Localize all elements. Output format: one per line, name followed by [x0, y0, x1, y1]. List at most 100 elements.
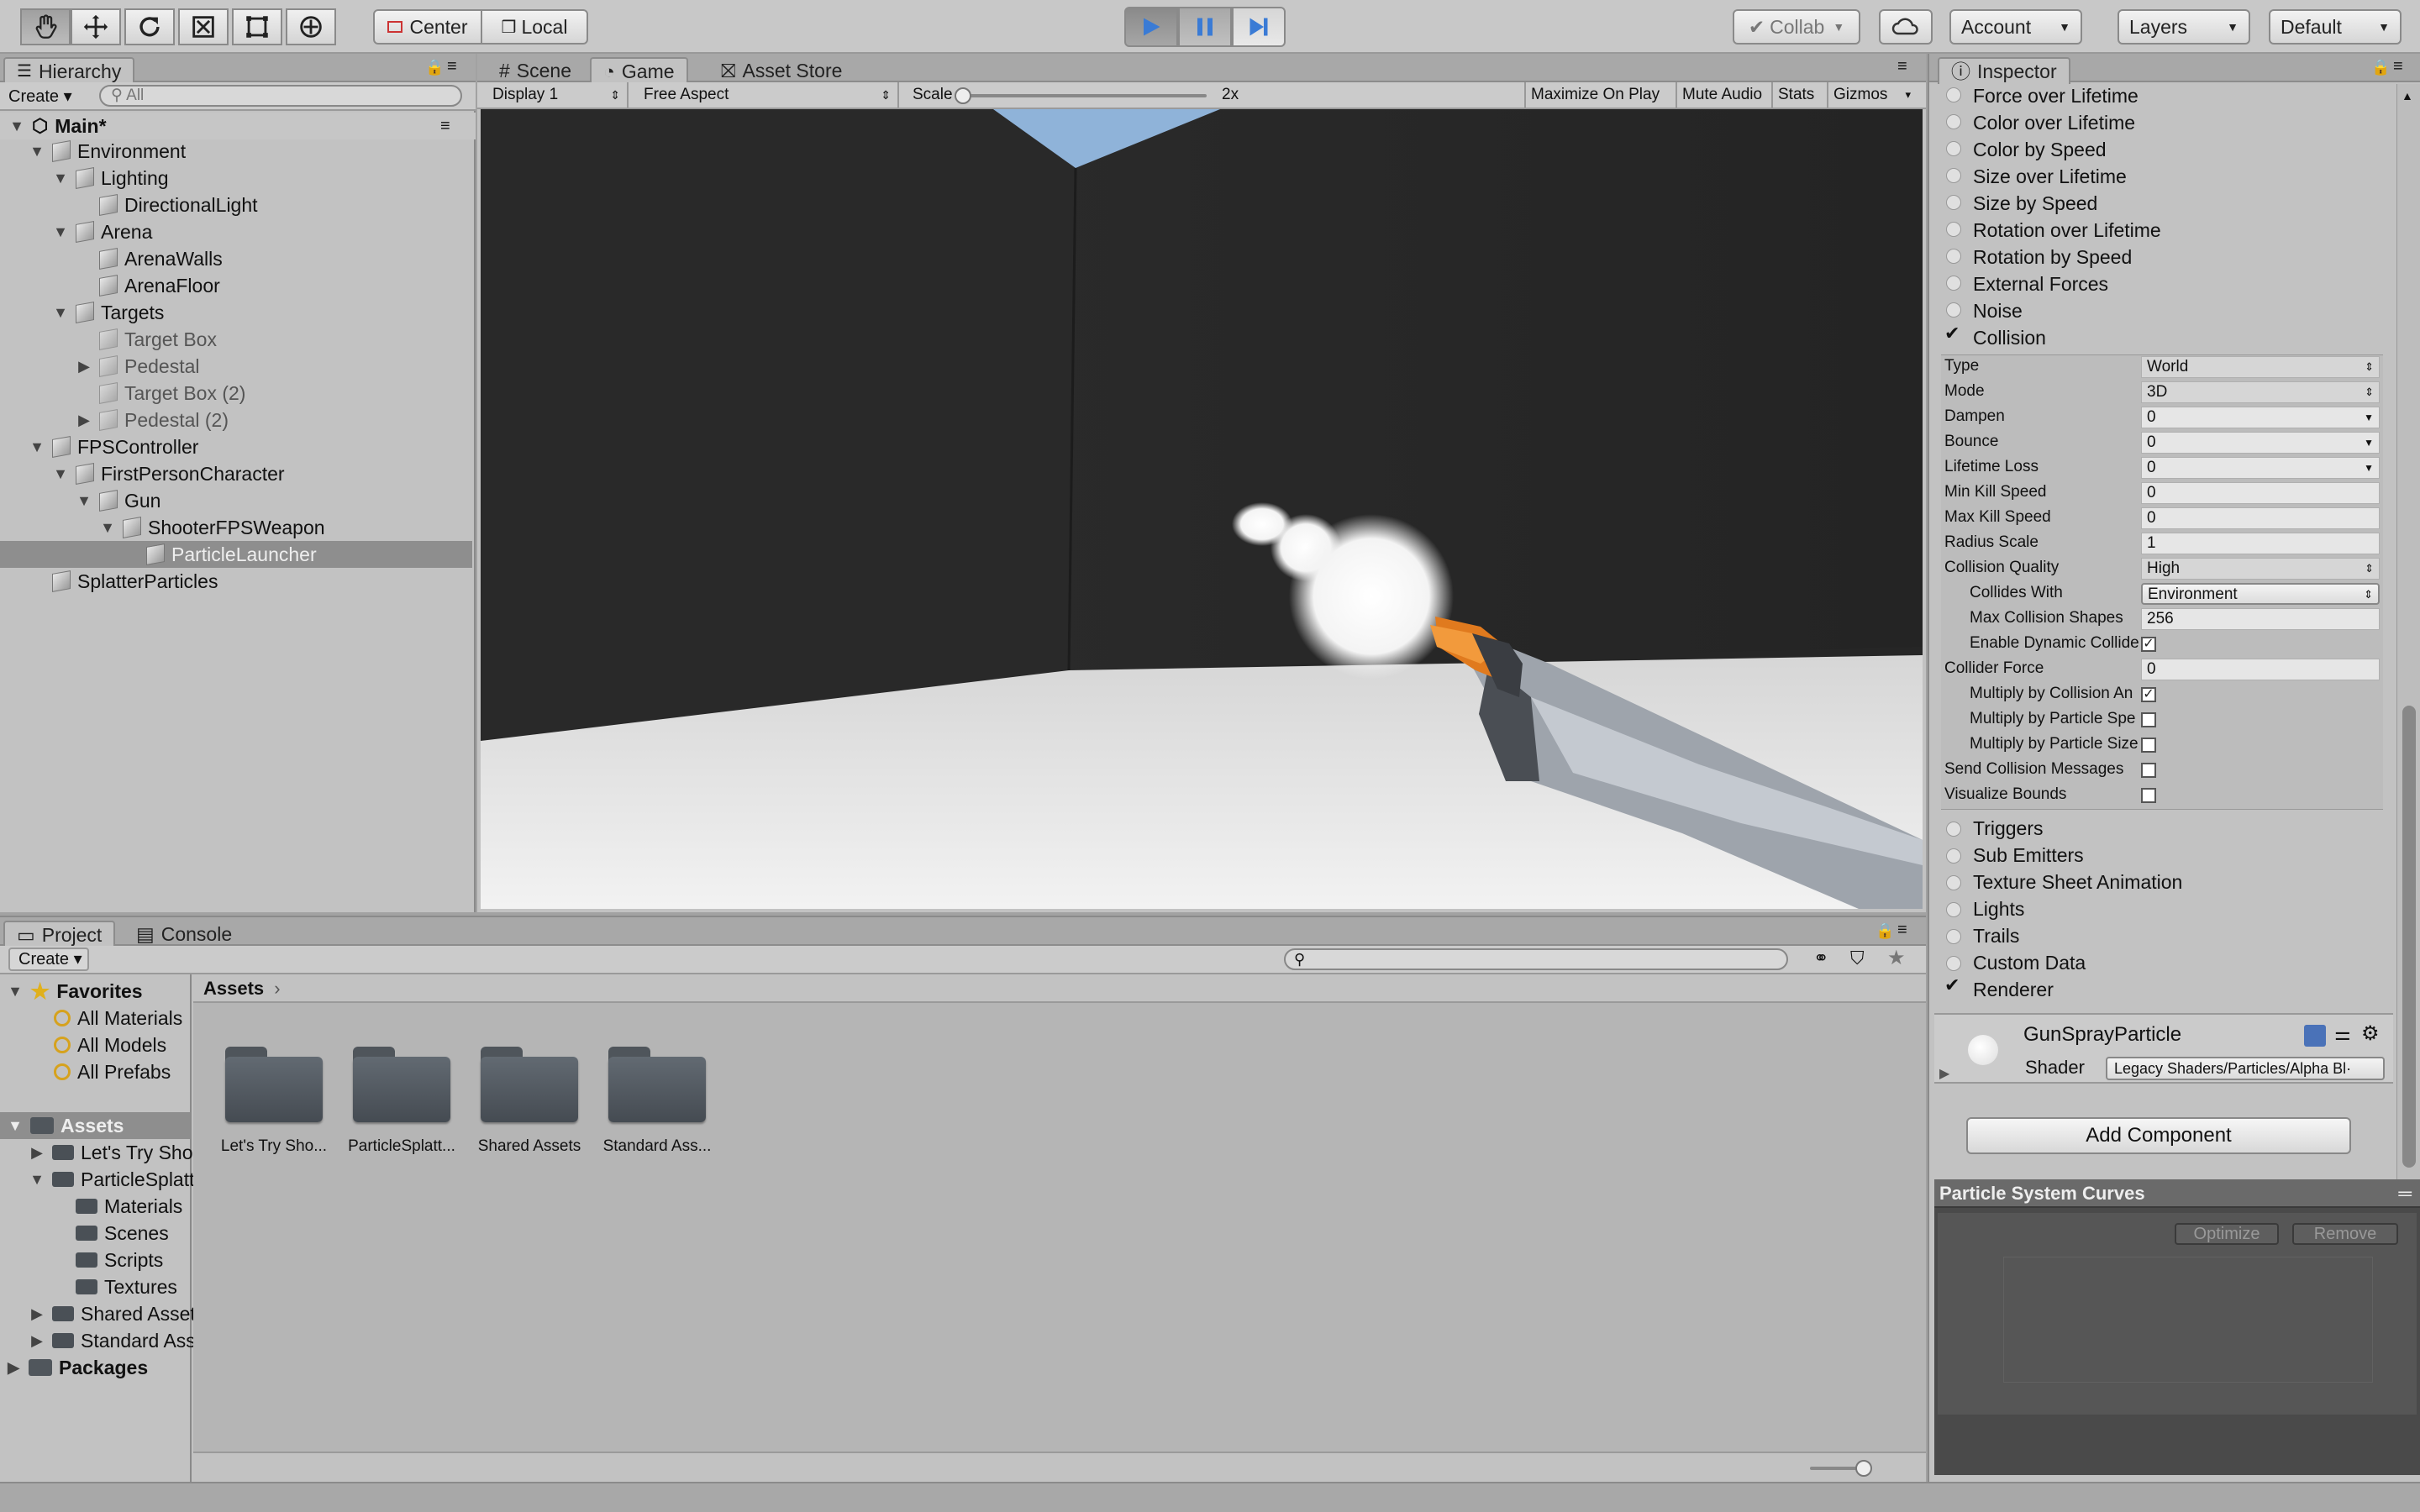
module-rotation-by-speed[interactable]: Rotation by Speed: [1973, 244, 2132, 270]
tab-game[interactable]: ◔ Game: [590, 57, 688, 84]
mute-audio-toggle[interactable]: Mute Audio: [1676, 82, 1767, 108]
pause-button[interactable]: [1178, 7, 1232, 47]
module-toggle[interactable]: [1946, 875, 1961, 890]
module-custom-data[interactable]: Custom Data: [1973, 949, 2086, 976]
module-toggle[interactable]: [1946, 249, 1961, 264]
maximize-on-play-toggle[interactable]: Maximize On Play: [1524, 82, 1665, 108]
visualize-bounds-checkbox[interactable]: [2141, 788, 2156, 803]
tree-folder[interactable]: ▶ Standard Ass: [29, 1327, 196, 1354]
module-color-over-lifetime[interactable]: Color over Lifetime: [1973, 109, 2135, 136]
asset-folder[interactable]: [608, 1047, 706, 1122]
account-dropdown[interactable]: Account ▼: [1949, 9, 2082, 45]
module-toggle[interactable]: [1946, 195, 1961, 210]
hierarchy-item[interactable]: ▼ FPSController: [29, 433, 198, 460]
hierarchy-item[interactable]: ▼ FirstPersonCharacter: [52, 460, 285, 487]
module-size-by-speed[interactable]: Size by Speed: [1973, 190, 2097, 217]
filter-by-label-icon[interactable]: ⛉: [1850, 948, 1865, 969]
remove-button[interactable]: Remove: [2292, 1223, 2398, 1245]
scale-slider-handle[interactable]: [955, 87, 971, 104]
aspect-dropdown[interactable]: Free Aspect ⇕: [637, 82, 899, 108]
module-external-forces[interactable]: External Forces: [1973, 270, 2108, 297]
hierarchy-item[interactable]: Target Box: [99, 326, 217, 353]
module-renderer[interactable]: Renderer: [1973, 976, 2054, 1003]
module-toggle[interactable]: [1946, 222, 1961, 237]
scene-menu-icon[interactable]: ≡: [440, 113, 450, 139]
check-icon[interactable]: ✔: [1944, 974, 1960, 996]
module-toggle[interactable]: [1946, 902, 1961, 917]
lifetime-loss-field[interactable]: 0 ▼: [2141, 457, 2380, 479]
lock-icon[interactable]: 🔒: [1876, 922, 1894, 940]
tab-console[interactable]: ▤ Console: [124, 921, 244, 948]
filter-by-type-icon[interactable]: ⚭: [1813, 948, 1828, 969]
collab-button[interactable]: ✔ Collab ▼: [1733, 9, 1860, 45]
module-toggle[interactable]: [1946, 822, 1961, 837]
rotate-tool-button[interactable]: [124, 8, 175, 45]
favorite-star-icon[interactable]: ★: [1887, 946, 1906, 970]
dampen-field[interactable]: 0 ▼: [2141, 407, 2380, 428]
mode-dropdown[interactable]: 3D ⇕: [2141, 381, 2380, 403]
favorite-item[interactable]: All Prefabs: [54, 1058, 171, 1085]
assets-root-row[interactable]: ▼ Assets: [0, 1112, 190, 1139]
tree-folder[interactable]: ▼ ParticleSplatt: [29, 1166, 194, 1193]
panel-menu-icon[interactable]: ≡: [447, 57, 457, 76]
hierarchy-create-button[interactable]: Create ▾: [8, 86, 72, 108]
module-collision[interactable]: Collision: [1973, 324, 2046, 351]
add-component-button[interactable]: Add Component: [1966, 1117, 2351, 1154]
bounce-field[interactable]: 0 ▼: [2141, 432, 2380, 454]
step-button[interactable]: [1232, 7, 1286, 47]
optimize-button[interactable]: Optimize: [2175, 1223, 2279, 1245]
hierarchy-item[interactable]: ▶ Pedestal: [76, 353, 199, 380]
hand-tool-button[interactable]: [20, 8, 71, 45]
module-lights[interactable]: Lights: [1973, 895, 2024, 922]
module-toggle[interactable]: [1946, 141, 1961, 156]
settings-sliders-icon[interactable]: ⚌: [2334, 1023, 2351, 1045]
panel-menu-icon[interactable]: ≡: [1897, 57, 1907, 76]
favorite-item[interactable]: All Materials: [54, 1005, 182, 1032]
hierarchy-item[interactable]: ▶ Pedestal (2): [76, 407, 229, 433]
module-rotation-over-lifetime[interactable]: Rotation over Lifetime: [1973, 217, 2161, 244]
module-trails[interactable]: Trails: [1973, 922, 2019, 949]
hierarchy-item[interactable]: ▼ Arena: [52, 218, 152, 245]
tab-scene[interactable]: # Scene: [487, 57, 583, 84]
hierarchy-item[interactable]: ▼ Targets: [52, 299, 164, 326]
module-toggle[interactable]: [1946, 302, 1961, 318]
gizmos-dropdown[interactable]: Gizmos ▾: [1827, 82, 1911, 108]
collision-quality-dropdown[interactable]: High ⇕: [2141, 558, 2380, 580]
panel-menu-icon[interactable]: ≡: [1897, 921, 1907, 940]
hierarchy-item[interactable]: SplatterParticles: [52, 568, 218, 595]
type-dropdown[interactable]: World ⇕: [2141, 356, 2380, 378]
tree-folder[interactable]: ▶ Shared Asset: [29, 1300, 196, 1327]
scale-slider-track[interactable]: [961, 94, 1207, 97]
tab-asset-store[interactable]: ⛝ Asset Store: [709, 57, 854, 84]
max-kill-speed-field[interactable]: 0: [2141, 507, 2380, 529]
project-search-input[interactable]: ⚲: [1284, 948, 1788, 970]
cloud-button[interactable]: [1879, 9, 1933, 45]
module-toggle[interactable]: [1946, 929, 1961, 944]
collides-with-dropdown[interactable]: Environment ⇕: [2141, 583, 2380, 605]
layout-dropdown[interactable]: Default ▼: [2269, 9, 2402, 45]
module-triggers[interactable]: Triggers: [1973, 815, 2044, 842]
transform-tool-button[interactable]: [286, 8, 336, 45]
hierarchy-item[interactable]: Target Box (2): [99, 380, 245, 407]
lock-icon[interactable]: 🔒: [425, 59, 444, 76]
curve-dropdown-icon[interactable]: ▼: [2364, 407, 2374, 428]
tree-folder[interactable]: Scripts: [76, 1247, 163, 1273]
hierarchy-search-input[interactable]: ⚲ All: [99, 85, 462, 107]
module-toggle[interactable]: [1946, 87, 1961, 102]
play-button[interactable]: [1124, 7, 1178, 47]
module-noise[interactable]: Noise: [1973, 297, 2023, 324]
hierarchy-item-selected[interactable]: ParticleLauncher: [0, 541, 472, 568]
help-book-icon[interactable]: [2304, 1025, 2326, 1047]
module-size-over-lifetime[interactable]: Size over Lifetime: [1973, 163, 2127, 190]
scrollbar-thumb[interactable]: [2402, 706, 2416, 1168]
stats-toggle[interactable]: Stats: [1771, 82, 1819, 108]
pivot-center-button[interactable]: Center: [373, 9, 482, 45]
asset-folder[interactable]: [481, 1047, 578, 1122]
gear-icon[interactable]: ⚙: [2361, 1021, 2380, 1046]
hierarchy-item[interactable]: ArenaFloor: [99, 272, 220, 299]
scene-root-row[interactable]: ▼ ⬡ Main* ≡: [0, 113, 476, 139]
tree-folder[interactable]: Materials: [76, 1193, 182, 1220]
module-color-by-speed[interactable]: Color by Speed: [1973, 136, 2107, 163]
pivot-local-button[interactable]: ❒ Local: [481, 9, 588, 45]
drag-handle-icon[interactable]: ═: [2398, 1179, 2412, 1208]
